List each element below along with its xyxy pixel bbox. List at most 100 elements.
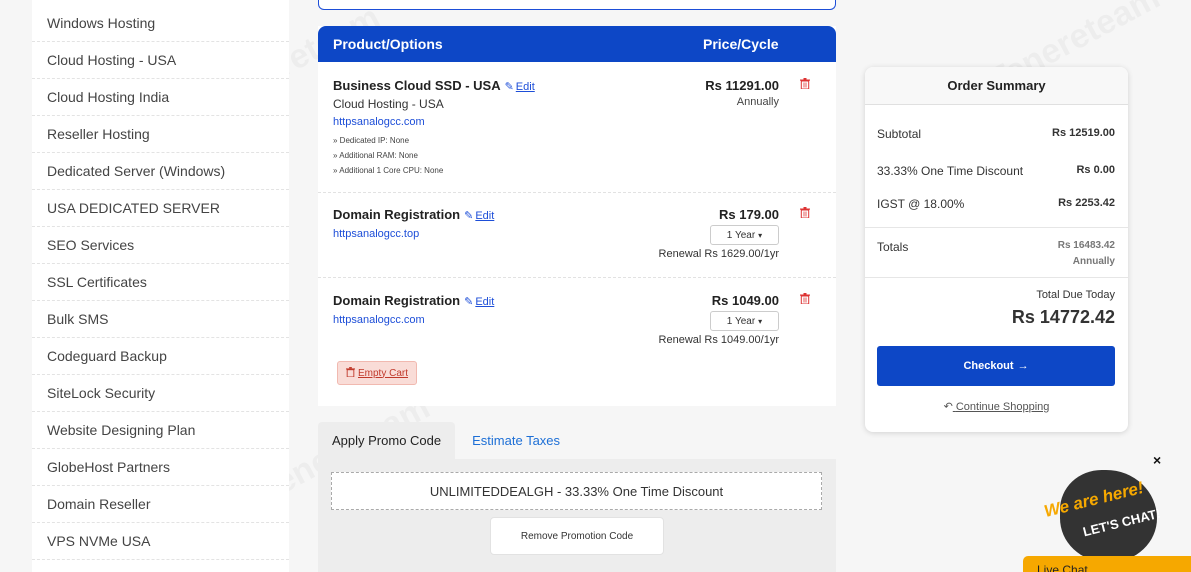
- product-title-line: Domain Registration ✎ Edit: [333, 207, 494, 222]
- tax-label: IGST @ 18.00%: [877, 197, 965, 211]
- product-title: Domain Registration: [333, 207, 461, 222]
- sidebar-item-website-designing-plan[interactable]: Website Designing Plan: [32, 412, 289, 449]
- trash-icon: [346, 366, 355, 380]
- sidebar-item-dedicated-server-windows[interactable]: Dedicated Server (Windows): [32, 153, 289, 190]
- product-title-line: Domain Registration ✎ Edit: [333, 293, 494, 308]
- product-title-line: Business Cloud SSD - USA ✎ Edit: [333, 78, 535, 93]
- cart-header: Product/Options Price/Cycle: [318, 26, 836, 62]
- trash-icon[interactable]: [800, 293, 812, 305]
- order-summary-title: Order Summary: [865, 67, 1128, 105]
- total-due-label: Total Due Today: [1036, 289, 1115, 301]
- sidebar-item-cloud-hosting-india[interactable]: Cloud Hosting India: [32, 79, 289, 116]
- renewal-price: Renewal Rs 1049.00/1yr: [658, 334, 779, 346]
- sidebar-item-bulk-sms[interactable]: Bulk SMS: [32, 301, 289, 338]
- applied-promo-code: UNLIMITEDDEALGH - 33.33% One Time Discou…: [331, 472, 822, 510]
- trash-icon[interactable]: [800, 78, 812, 90]
- sidebar-item-label: USA DEDICATED SERVER: [47, 200, 220, 216]
- empty-cart-label: Empty Cart: [358, 367, 409, 379]
- tab-estimate-taxes[interactable]: Estimate Taxes: [455, 422, 574, 459]
- subtotal-value: Rs 12519.00: [1052, 127, 1115, 139]
- pencil-icon: ✎: [464, 296, 474, 308]
- checkout-label: Checkout: [963, 360, 1014, 372]
- sidebar-item-label: Cloud Hosting - USA: [47, 52, 177, 68]
- discount-value: Rs 0.00: [1076, 164, 1115, 176]
- divider: [865, 277, 1128, 278]
- chat-close-icon[interactable]: ×: [1153, 452, 1161, 468]
- product-option: » Dedicated IP: None: [333, 136, 410, 145]
- sidebar-item-label: Codeguard Backup: [47, 348, 167, 364]
- continue-shopping-link[interactable]: ↶ Continue Shopping: [865, 400, 1128, 413]
- cart-item-row: Domain Registration ✎ Edit httpsanalogcc.c…: [318, 278, 836, 406]
- cart-item-row: Domain Registration ✎ Edit httpsanalogcc.t…: [318, 193, 836, 278]
- back-arrow-icon: ↶: [943, 401, 953, 413]
- edit-link[interactable]: Edit: [475, 296, 494, 308]
- sidebar-item-label: SiteLock Security: [47, 385, 156, 401]
- sidebar-item-label: SEO Services: [47, 237, 135, 253]
- cart-item-row: Business Cloud SSD - USA ✎ Edit Cloud Host…: [318, 62, 836, 193]
- trash-icon[interactable]: [800, 207, 812, 219]
- item-price: Rs 179.00: [719, 207, 779, 222]
- sidebar-menu: Windows Hosting Cloud Hosting - USA Clou…: [32, 0, 289, 572]
- sidebar-item-windows-hosting[interactable]: Windows Hosting: [32, 0, 289, 42]
- totals-value: Rs 16483.42: [1057, 240, 1115, 251]
- sidebar-item-label: Bulk SMS: [47, 311, 109, 327]
- caret-down-icon: ▾: [758, 316, 763, 326]
- empty-cart-button[interactable]: Empty Cart: [337, 361, 418, 385]
- arrow-right-icon: →: [1017, 360, 1029, 372]
- sidebar-item-domain-reseller[interactable]: Domain Reseller: [32, 486, 289, 523]
- promo-panel: UNLIMITEDDEALGH - 33.33% One Time Discou…: [318, 459, 836, 572]
- tab-apply-promo-code[interactable]: Apply Promo Code: [318, 422, 456, 459]
- sidebar-item-seo-services[interactable]: SEO Services: [32, 227, 289, 264]
- subtotal-row: Subtotal Rs 12519.00: [877, 127, 1115, 141]
- discount-label: 33.33% One Time Discount: [877, 164, 1024, 178]
- pencil-icon: ✎: [504, 81, 514, 93]
- subtotal-label: Subtotal: [877, 127, 922, 141]
- product-title: Domain Registration: [333, 293, 461, 308]
- live-chat-button[interactable]: Live Chat: [1023, 556, 1191, 572]
- sidebar-item-label: VPS NVMe USA: [47, 533, 151, 549]
- promo-tabs: Apply Promo Code Estimate Taxes: [318, 422, 836, 459]
- sidebar-item-label: Dedicated Server (Windows): [47, 163, 226, 179]
- product-domain: httpsanalogcc.top: [333, 228, 420, 240]
- sidebar-item-codeguard-backup[interactable]: Codeguard Backup: [32, 338, 289, 375]
- period-value: 1 Year: [726, 229, 756, 241]
- sidebar-item-globehost-partners[interactable]: GlobeHost Partners: [32, 449, 289, 486]
- checkout-button[interactable]: Checkout →: [877, 346, 1115, 386]
- edit-link[interactable]: Edit: [516, 81, 535, 93]
- period-select[interactable]: 1 Year ▾: [710, 311, 779, 331]
- item-price: Rs 11291.00: [705, 78, 779, 93]
- edit-link[interactable]: Edit: [475, 210, 494, 222]
- period-select[interactable]: 1 Year ▾: [710, 225, 779, 245]
- tax-row: IGST @ 18.00% Rs 2253.42: [877, 197, 1115, 211]
- product-domain: httpsanalogcc.com: [333, 116, 425, 128]
- caret-down-icon: ▾: [758, 230, 763, 240]
- sidebar-item-ssl-certificates[interactable]: SSL Certificates: [32, 264, 289, 301]
- product-option: » Additional 1 Core CPU: None: [333, 166, 444, 175]
- product-option: » Additional RAM: None: [333, 151, 418, 160]
- sidebar-item-label: Windows Hosting: [47, 15, 156, 31]
- sidebar-item-label: SSL Certificates: [47, 274, 147, 290]
- item-cycle: Annually: [736, 96, 779, 108]
- divider: [865, 227, 1128, 228]
- sidebar-item-label: GlobeHost Partners: [47, 459, 170, 475]
- order-summary: Order Summary Subtotal Rs 12519.00 33.33…: [865, 67, 1128, 432]
- discount-row: 33.33% One Time Discount Rs 0.00: [877, 164, 1115, 178]
- period-value: 1 Year: [726, 315, 756, 327]
- product-domain: httpsanalogcc.com: [333, 314, 425, 326]
- pencil-icon: ✎: [464, 210, 474, 222]
- sidebar-item-cloud-hosting-usa[interactable]: Cloud Hosting - USA: [32, 42, 289, 79]
- sidebar-item-usa-dedicated-server[interactable]: USA DEDICATED SERVER: [32, 190, 289, 227]
- header-price-cycle: Price/Cycle: [703, 36, 779, 52]
- sidebar-item-vps-nvme-usa[interactable]: VPS NVMe USA: [32, 523, 289, 560]
- sidebar-item-label: Domain Reseller: [47, 496, 151, 512]
- total-due-value: Rs 14772.42: [1011, 307, 1115, 327]
- sidebar-item-label: Website Designing Plan: [47, 422, 196, 438]
- totals-cycle: Annually: [1072, 256, 1115, 267]
- sidebar-item-sitelock-security[interactable]: SiteLock Security: [32, 375, 289, 412]
- sidebar-item-label: Cloud Hosting India: [47, 89, 170, 105]
- sidebar-item-label: Reseller Hosting: [47, 126, 150, 142]
- header-product-options: Product/Options: [333, 36, 443, 52]
- page: Tenereteam Tenereteam Tenereteam Teneret…: [0, 0, 1191, 572]
- sidebar-item-reseller-hosting[interactable]: Reseller Hosting: [32, 116, 289, 153]
- remove-promotion-button[interactable]: Remove Promotion Code: [490, 517, 664, 555]
